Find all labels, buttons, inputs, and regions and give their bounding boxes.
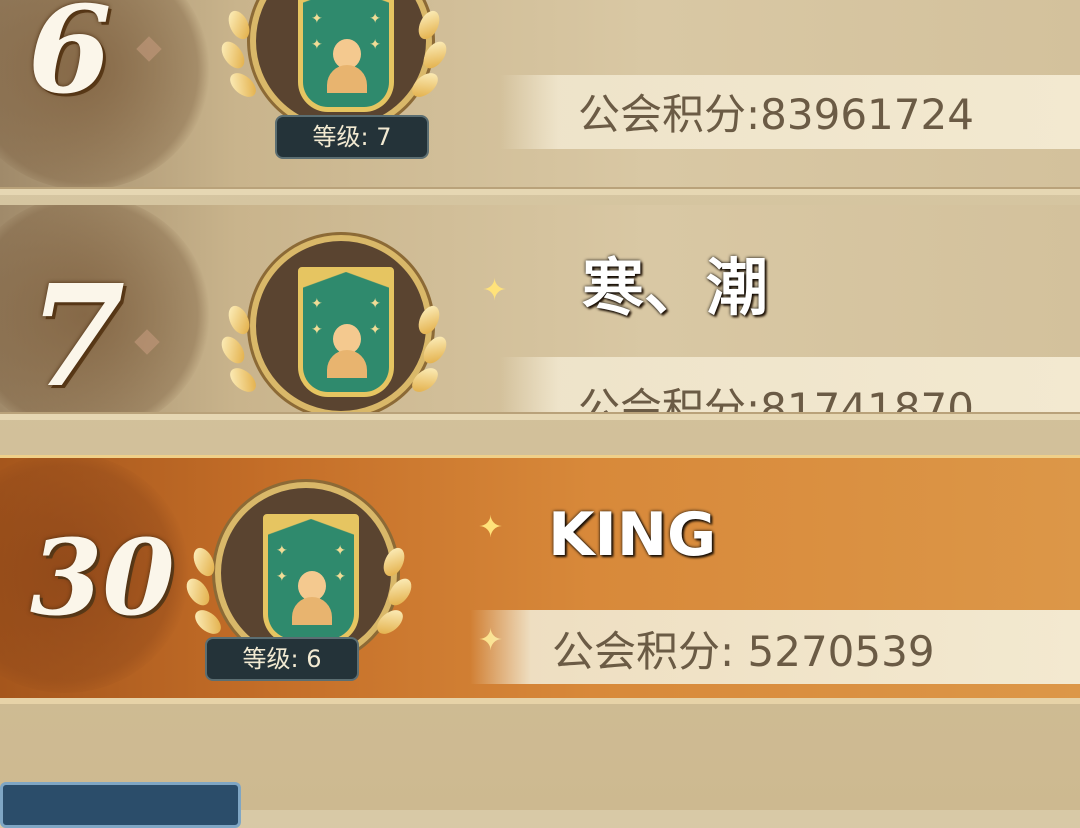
- score-value: 5270539: [747, 627, 935, 676]
- shield-icon: ✦ ✦ ✦ ✦: [298, 267, 394, 397]
- rank-number: 30: [30, 516, 175, 639]
- laurel-right-icon: [407, 302, 451, 420]
- sparkle-icon: ✦: [478, 510, 504, 545]
- sparkle-icon: ✦: [482, 273, 508, 308]
- rank-number: 6: [28, 0, 112, 121]
- laurel-right-icon: [372, 544, 416, 667]
- guild-score: 公会积分: 5270539: [552, 618, 935, 679]
- guild-level-badge: 等级: 6: [205, 637, 359, 681]
- guild-name: 寒、潮: [582, 251, 769, 324]
- bottom-tab-button[interactable]: [0, 782, 241, 828]
- score-label: 公会积分:: [552, 627, 735, 676]
- guild-name: KING: [548, 500, 717, 570]
- guild-score: 公会积分:83961724: [578, 81, 974, 142]
- guild-rank-row[interactable]: 6 ✦ ✦ ✦ ✦ 等级: 7 公会积分:83961724: [0, 0, 1080, 195]
- score-label: 公会积分:: [578, 384, 761, 420]
- guild-level-badge: 等级: 7: [275, 115, 429, 159]
- guild-rank-row[interactable]: 7 ✦ ✦ ✦ ✦ ✦ 寒、潮 公会积分:81741870: [0, 205, 1080, 420]
- laurel-right-icon: [407, 7, 451, 130]
- score-label: 公会积分:: [578, 90, 761, 139]
- laurel-left-icon: [217, 302, 261, 420]
- laurel-left-icon: [217, 7, 261, 130]
- my-guild-rank-row[interactable]: 30 ✦✦ ✦✦ 等级: 6 ✦ ✦ KING 公会积分: 5270539: [0, 455, 1080, 704]
- guild-emblem: ✦ ✦ ✦ ✦ ✦: [217, 225, 507, 420]
- rank-number: 7: [28, 255, 126, 419]
- guild-score: 公会积分:81741870: [578, 375, 974, 420]
- guild-emblem: ✦ ✦ ✦ ✦ 等级: 7: [217, 0, 451, 170]
- shield-icon: ✦ ✦ ✦ ✦: [298, 0, 394, 112]
- score-value: 81741870: [760, 384, 974, 420]
- shield-icon: ✦ ✦ ✦ ✦: [263, 514, 359, 644]
- score-value: 83961724: [760, 90, 974, 139]
- guild-emblem: ✦ ✦ ✦ ✦ 等级: 6: [182, 472, 416, 698]
